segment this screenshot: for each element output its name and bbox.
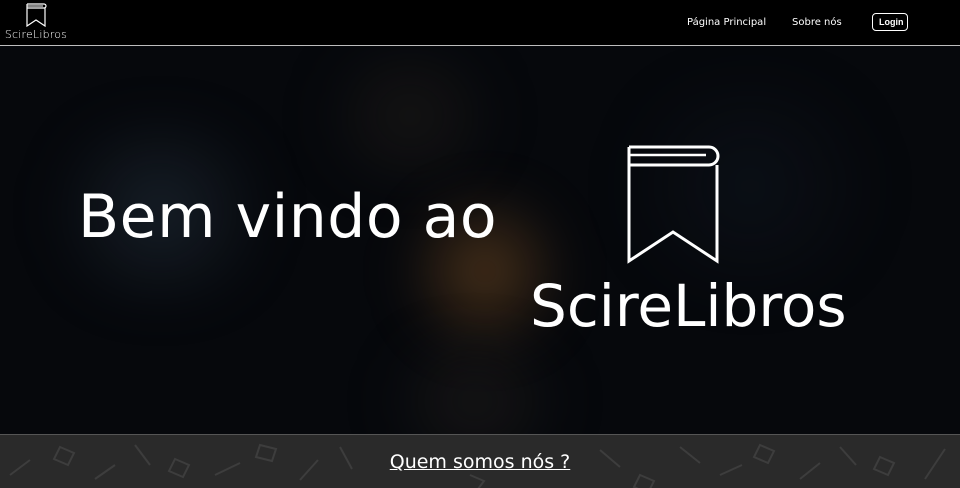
background-glow [300, 56, 520, 176]
about-us-link[interactable]: Quem somos nós ? [0, 451, 960, 473]
bookmark-book-icon [26, 3, 47, 27]
hero-banner: Bem vindo ao ScireLibros [0, 46, 960, 434]
navbar: ScireLibros Página Principal Sobre nós L… [0, 0, 960, 46]
nav-home-link[interactable]: Página Principal [687, 17, 766, 28]
brand-name: ScireLibros [4, 28, 68, 41]
background-glow [360, 346, 590, 434]
brand-logo-link[interactable]: ScireLibros [4, 3, 68, 43]
footer-bar: Quem somos nós ? [0, 434, 960, 488]
hero-heading: Bem vindo ao [78, 182, 498, 252]
hero-brand-name: ScireLibros [530, 272, 847, 340]
login-button[interactable]: Login [872, 13, 908, 31]
bookmark-book-icon [627, 145, 720, 264]
nav-about-link[interactable]: Sobre nós [792, 17, 842, 28]
